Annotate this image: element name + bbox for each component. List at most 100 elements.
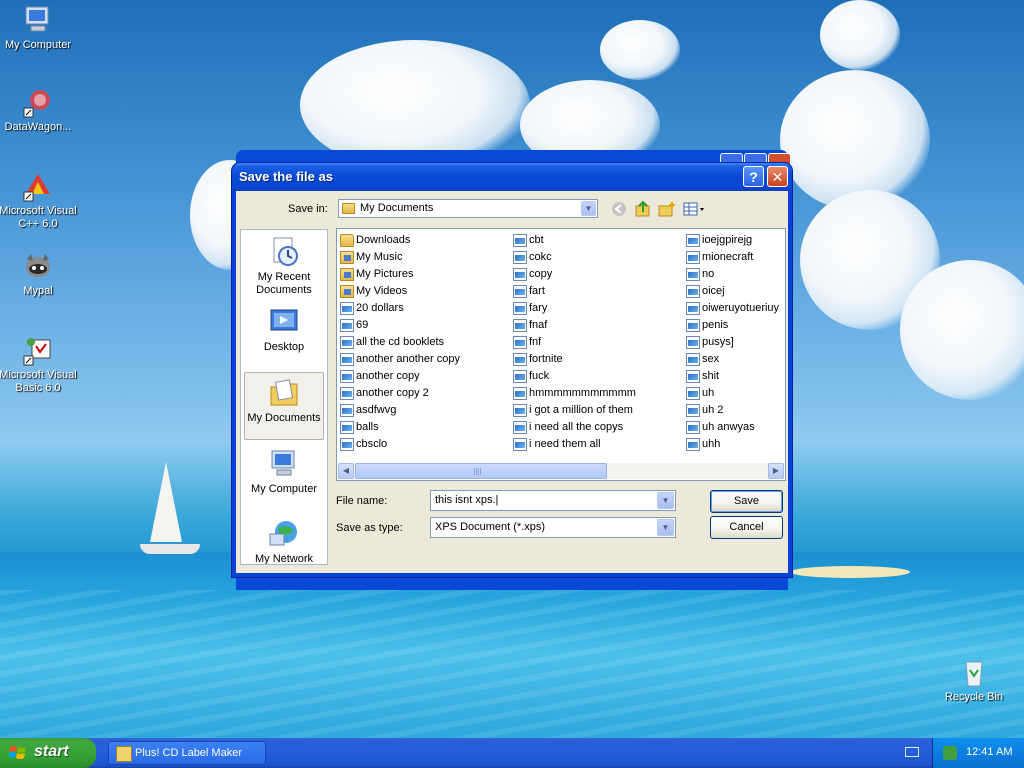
help-button[interactable]: ? [743, 166, 764, 187]
view-menu-icon[interactable] [682, 200, 708, 218]
file-list-item[interactable]: mionecraft [685, 249, 779, 266]
xps-document-icon [686, 268, 700, 281]
scroll-right-button[interactable]: ▶ [768, 463, 784, 479]
taskbar-window-button[interactable]: Plus! CD Label Maker [108, 741, 266, 765]
file-list-item[interactable]: My Videos [339, 283, 460, 300]
file-name: uh [702, 387, 715, 399]
folder-icon [340, 251, 354, 264]
up-folder-icon[interactable] [634, 200, 652, 218]
xps-document-icon [340, 370, 354, 383]
file-list-item[interactable]: pusys] [685, 334, 779, 351]
save-as-type-dropdown[interactable]: XPS Document (*.xps) ▼ [430, 517, 676, 538]
xps-document-icon [513, 302, 527, 315]
file-list-item[interactable]: 69 [339, 317, 460, 334]
computer-icon [22, 4, 54, 36]
desktop-icon-mypal[interactable]: Mypal [0, 250, 78, 298]
file-list-item[interactable]: uh 2 [685, 402, 779, 419]
file-name: My Videos [356, 285, 408, 297]
place-my-network[interactable]: My Network [244, 518, 324, 565]
chevron-down-icon[interactable]: ▼ [657, 519, 674, 536]
file-list-item[interactable]: all the cd booklets [339, 334, 460, 351]
file-list-item[interactable]: another another copy [339, 351, 460, 368]
file-list-item[interactable]: another copy 2 [339, 385, 460, 402]
file-list-item[interactable]: oiweruyotueriuy [685, 300, 779, 317]
file-list-item[interactable]: My Music [339, 249, 460, 266]
start-label: start [34, 743, 69, 760]
chevron-down-icon[interactable]: ▼ [581, 201, 596, 216]
file-list-item[interactable]: uh [685, 385, 779, 402]
new-folder-icon[interactable] [658, 200, 676, 218]
desktop-icon [268, 306, 300, 338]
file-list-item[interactable]: ioejgpirejg [685, 232, 779, 249]
start-button[interactable]: start [0, 738, 96, 768]
place-label: My Computer [250, 483, 318, 495]
file-list-item[interactable]: uhh [685, 436, 779, 453]
scroll-thumb[interactable] [355, 463, 607, 479]
file-list-item[interactable]: balls [339, 419, 460, 436]
file-list-item[interactable]: My Pictures [339, 266, 460, 283]
file-list-item[interactable]: i need them all [512, 436, 636, 453]
desktop-icon-my-computer[interactable]: My Computer [0, 4, 78, 52]
save-in-dropdown[interactable]: My Documents ▼ [338, 199, 598, 218]
tray-app-icon[interactable] [943, 746, 957, 760]
file-list-item[interactable]: sex [685, 351, 779, 368]
xps-document-icon [686, 438, 700, 451]
scroll-left-button[interactable]: ◀ [338, 463, 354, 479]
desktop-icon-visual-basic[interactable]: Microsoft Visual Basic 6.0 [0, 334, 78, 395]
file-list-item[interactable]: penis [685, 317, 779, 334]
file-list-item[interactable]: cokc [512, 249, 636, 266]
cancel-button[interactable]: Cancel [710, 516, 783, 539]
desktop-icon-visual-cpp[interactable]: Microsoft Visual C++ 6.0 [0, 170, 78, 231]
desktop-icon-label: DataWagon... [4, 121, 72, 133]
file-list-item[interactable]: hmmmmmmmmmmm [512, 385, 636, 402]
file-name: fnf [529, 336, 542, 348]
file-list-item[interactable]: no [685, 266, 779, 283]
file-name: another another copy [356, 353, 460, 365]
file-list-item[interactable]: copy [512, 266, 636, 283]
place-my-documents[interactable]: My Documents [244, 372, 324, 440]
horizontal-scrollbar[interactable]: ◀ ▶ [338, 463, 784, 479]
close-button[interactable]: ✕ [767, 166, 788, 187]
xps-document-icon [513, 421, 527, 434]
file-list-item[interactable]: i got a million of them [512, 402, 636, 419]
chevron-down-icon[interactable]: ▼ [657, 492, 674, 509]
file-list-item[interactable]: shit [685, 368, 779, 385]
file-list-item[interactable]: fnaf [512, 317, 636, 334]
file-list-item[interactable]: fnf [512, 334, 636, 351]
file-list-item[interactable]: i need all the copys [512, 419, 636, 436]
desktop-icon-datawagon[interactable]: DataWagon... [0, 86, 78, 134]
desktop-icon-label: Recycle Bin [944, 691, 1004, 703]
file-name: fuck [529, 370, 550, 382]
back-icon[interactable] [610, 200, 628, 218]
file-list-item[interactable]: cbsclo [339, 436, 460, 453]
file-list-item[interactable]: fary [512, 300, 636, 317]
recent-documents-icon [268, 236, 300, 268]
place-desktop[interactable]: Desktop [244, 306, 324, 354]
file-list-item[interactable]: uh anwyas [685, 419, 779, 436]
xps-document-icon [340, 404, 354, 417]
file-list-item[interactable]: oicej [685, 283, 779, 300]
keyboard-icon[interactable] [905, 747, 919, 757]
file-list-item[interactable]: fart [512, 283, 636, 300]
place-my-recent-documents[interactable]: My Recent Documents [244, 236, 324, 297]
file-list-item[interactable]: Downloads [339, 232, 460, 249]
xps-document-icon [513, 370, 527, 383]
file-list[interactable]: Downloads My Music My Pictures My Videos 20 … [336, 228, 786, 481]
clock[interactable]: 12:41 AM [966, 746, 1012, 758]
file-list-item[interactable]: fuck [512, 368, 636, 385]
file-list-item[interactable]: asdfwvg [339, 402, 460, 419]
place-label: My Network [254, 553, 314, 565]
file-name: uh 2 [702, 404, 724, 416]
file-name-input[interactable]: this isnt xps.| ▼ [430, 490, 676, 511]
xps-document-icon [340, 421, 354, 434]
xps-document-icon [340, 319, 354, 332]
file-list-item[interactable]: 20 dollars [339, 300, 460, 317]
dialog-titlebar[interactable]: Save the file as ? ✕ [232, 163, 792, 191]
file-name: all the cd booklets [356, 336, 445, 348]
file-list-item[interactable]: cbt [512, 232, 636, 249]
save-button[interactable]: Save [710, 490, 783, 513]
file-list-item[interactable]: another copy [339, 368, 460, 385]
file-list-item[interactable]: fortnite [512, 351, 636, 368]
desktop-icon-recycle-bin[interactable]: Recycle Bin [934, 656, 1014, 704]
place-my-computer[interactable]: My Computer [244, 448, 324, 496]
